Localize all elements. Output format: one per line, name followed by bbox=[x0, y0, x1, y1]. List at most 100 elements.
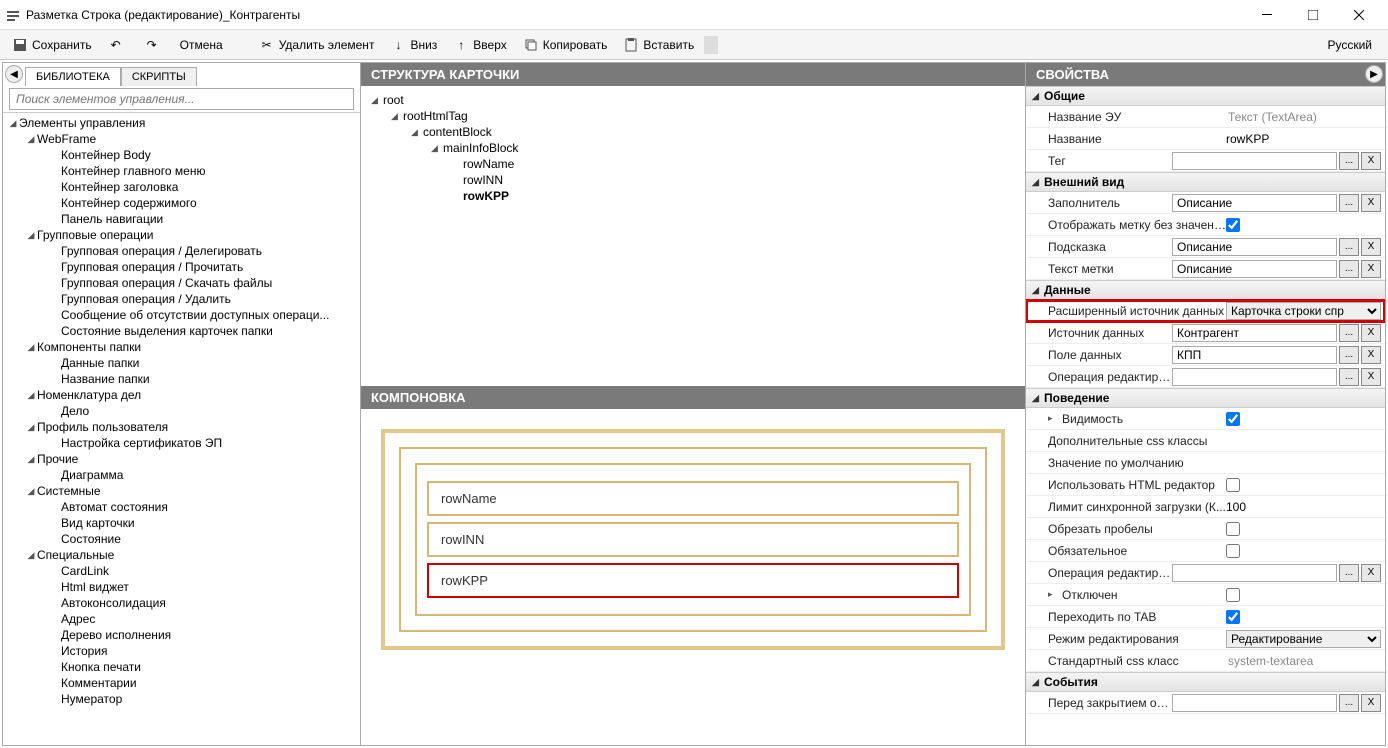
tree-item[interactable]: Контейнер главного меню bbox=[3, 163, 360, 179]
group-appearance[interactable]: ◢Внешний вид bbox=[1026, 172, 1385, 192]
group-behavior[interactable]: ◢Поведение bbox=[1026, 388, 1385, 408]
more-button[interactable]: ... bbox=[1339, 324, 1359, 342]
prop-synclimit-value[interactable]: 100 bbox=[1226, 500, 1246, 514]
prop-css-input[interactable] bbox=[1218, 432, 1381, 450]
clear-button[interactable]: X bbox=[1361, 260, 1381, 278]
more-button[interactable]: ... bbox=[1339, 194, 1359, 212]
tree-item[interactable]: CardLink bbox=[3, 563, 360, 579]
minimize-button[interactable] bbox=[1244, 0, 1290, 30]
prop-tab-checkbox[interactable] bbox=[1226, 610, 1240, 624]
tree-item[interactable]: Адрес bbox=[3, 611, 360, 627]
prop-visibility-checkbox[interactable] bbox=[1226, 412, 1240, 426]
structure-tree[interactable]: ◢root ◢rootHtmlTag ◢contentBlock ◢mainIn… bbox=[361, 86, 1025, 386]
more-button[interactable]: ... bbox=[1339, 238, 1359, 256]
tree-item[interactable]: Html виджет bbox=[3, 579, 360, 595]
tree-item[interactable]: Групповая операция / Прочитать bbox=[3, 259, 360, 275]
tree-item[interactable]: ◢Системные bbox=[3, 483, 360, 499]
clear-button[interactable]: X bbox=[1361, 564, 1381, 582]
tree-item[interactable]: Автоконсолидация bbox=[3, 595, 360, 611]
extra-button[interactable] bbox=[704, 36, 718, 54]
collapse-right-icon[interactable]: ▶ bbox=[1365, 65, 1383, 83]
more-button[interactable]: ... bbox=[1339, 152, 1359, 170]
prop-editop2-input[interactable] bbox=[1172, 564, 1337, 582]
tree-item[interactable]: Панель навигации bbox=[3, 211, 360, 227]
clear-button[interactable]: X bbox=[1361, 346, 1381, 364]
tree-item[interactable]: Групповая операция / Делегировать bbox=[3, 243, 360, 259]
tree-item[interactable]: Контейнер содержимого bbox=[3, 195, 360, 211]
clear-button[interactable]: X bbox=[1361, 238, 1381, 256]
tree-item[interactable]: Кнопка печати bbox=[3, 659, 360, 675]
clear-button[interactable]: X bbox=[1361, 368, 1381, 386]
tree-item[interactable]: ◢Элементы управления bbox=[3, 115, 360, 131]
tree-item[interactable]: Нумератор bbox=[3, 691, 360, 707]
save-button[interactable]: Сохранить bbox=[6, 35, 98, 55]
tree-item[interactable]: Данные папки bbox=[3, 355, 360, 371]
tree-item[interactable]: Дерево исполнения bbox=[3, 627, 360, 643]
tree-item[interactable]: ◢Групповые операции bbox=[3, 227, 360, 243]
tab-scripts[interactable]: СКРИПТЫ bbox=[121, 67, 197, 86]
struct-rowINN[interactable]: rowINN bbox=[371, 172, 1015, 188]
tree-item[interactable]: ◢Специальные bbox=[3, 547, 360, 563]
tree-item[interactable]: Сообщение об отсутствии доступных операц… bbox=[3, 307, 360, 323]
clear-button[interactable]: X bbox=[1361, 194, 1381, 212]
tree-item[interactable]: Автомат состояния bbox=[3, 499, 360, 515]
more-button[interactable]: ... bbox=[1339, 564, 1359, 582]
struct-rowName[interactable]: rowName bbox=[371, 156, 1015, 172]
tree-item[interactable]: ◢WebFrame bbox=[3, 131, 360, 147]
group-general[interactable]: ◢Общие bbox=[1026, 86, 1385, 106]
group-data[interactable]: ◢Данные bbox=[1026, 280, 1385, 300]
tree-item[interactable]: Состояние bbox=[3, 531, 360, 547]
maximize-button[interactable] bbox=[1290, 0, 1336, 30]
close-button[interactable] bbox=[1336, 0, 1382, 30]
struct-contentBlock[interactable]: ◢contentBlock bbox=[371, 124, 1015, 140]
more-button[interactable]: ... bbox=[1339, 694, 1359, 712]
clear-button[interactable]: X bbox=[1361, 324, 1381, 342]
tree-item[interactable]: ◢Номенклатура дел bbox=[3, 387, 360, 403]
tree-item[interactable]: Дело bbox=[3, 403, 360, 419]
group-events[interactable]: ◢События bbox=[1026, 672, 1385, 692]
prop-usehtml-checkbox[interactable] bbox=[1226, 478, 1240, 492]
library-tree[interactable]: ◢Элементы управления◢WebFrameКонтейнер B… bbox=[3, 115, 360, 707]
tree-item[interactable]: Диаграмма bbox=[3, 467, 360, 483]
move-up-button[interactable]: ↑ Вверх bbox=[447, 35, 512, 55]
prop-name-value[interactable]: rowKPP bbox=[1226, 132, 1269, 146]
tree-item[interactable]: Групповая операция / Удалить bbox=[3, 291, 360, 307]
prop-tag-input[interactable] bbox=[1172, 152, 1337, 170]
struct-mainInfoBlock[interactable]: ◢mainInfoBlock bbox=[371, 140, 1015, 156]
layout-row-kpp[interactable]: rowKPP bbox=[427, 563, 959, 598]
search-input[interactable] bbox=[9, 88, 354, 110]
clear-button[interactable]: X bbox=[1361, 152, 1381, 170]
prop-required-checkbox[interactable] bbox=[1226, 544, 1240, 558]
tree-item[interactable]: ◢Прочие bbox=[3, 451, 360, 467]
tree-item[interactable]: Название папки bbox=[3, 371, 360, 387]
layout-canvas[interactable]: rowName rowINN rowKPP bbox=[361, 409, 1025, 745]
tree-item[interactable]: Вид карточки bbox=[3, 515, 360, 531]
more-button[interactable]: ... bbox=[1339, 346, 1359, 364]
tree-item[interactable]: Состояние выделения карточек папки bbox=[3, 323, 360, 339]
struct-root[interactable]: ◢root bbox=[371, 92, 1015, 108]
prop-default-input[interactable] bbox=[1218, 454, 1381, 472]
struct-rootHtmlTag[interactable]: ◢rootHtmlTag bbox=[371, 108, 1015, 124]
delete-element-button[interactable]: ✂ Удалить элемент bbox=[253, 35, 381, 55]
cancel-button[interactable]: Отмена bbox=[174, 36, 229, 54]
tree-item[interactable]: Групповая операция / Скачать файлы bbox=[3, 275, 360, 291]
prop-trim-checkbox[interactable] bbox=[1226, 522, 1240, 536]
prop-src-input[interactable] bbox=[1172, 324, 1337, 342]
tree-item[interactable]: Комментарии bbox=[3, 675, 360, 691]
prop-showlabel-checkbox[interactable] bbox=[1226, 218, 1240, 232]
prop-placeholder-input[interactable] bbox=[1172, 194, 1337, 212]
prop-beforeclose-input[interactable] bbox=[1172, 694, 1337, 712]
prop-disabled-checkbox[interactable] bbox=[1226, 588, 1240, 602]
tree-item[interactable]: История bbox=[3, 643, 360, 659]
prop-field-input[interactable] bbox=[1172, 346, 1337, 364]
tree-item[interactable]: Контейнер заголовка bbox=[3, 179, 360, 195]
more-button[interactable]: ... bbox=[1339, 260, 1359, 278]
redo-button[interactable]: ↷ bbox=[138, 35, 170, 55]
paste-button[interactable]: Вставить bbox=[617, 35, 700, 55]
prop-labeltext-input[interactable] bbox=[1172, 260, 1337, 278]
tree-item[interactable]: ◢Профиль пользователя bbox=[3, 419, 360, 435]
collapse-left-icon[interactable]: ◀ bbox=[5, 65, 23, 83]
prop-hint-input[interactable] bbox=[1172, 238, 1337, 256]
undo-button[interactable]: ↶ bbox=[102, 35, 134, 55]
struct-rowKPP[interactable]: rowKPP bbox=[371, 188, 1015, 204]
